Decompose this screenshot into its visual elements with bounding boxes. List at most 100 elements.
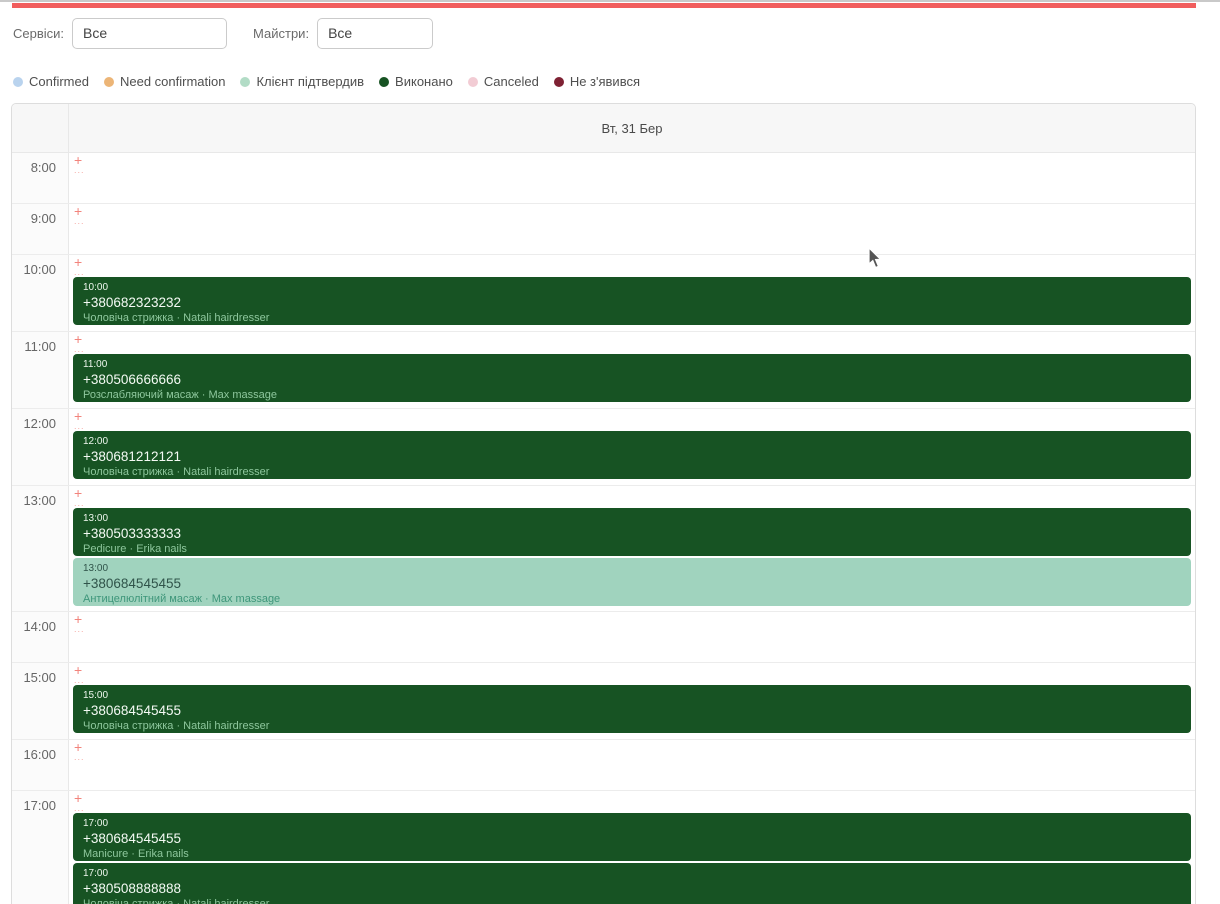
day-cell[interactable]: +...15:00+380684545455Чоловіча стрижка ·… — [69, 663, 1195, 739]
cell-actions: +... — [74, 410, 85, 430]
calendar-row: 9:00 +... — [12, 204, 1195, 255]
status-dot-icon — [554, 77, 564, 87]
calendar-row: 17:00+...17:00+380684545455Manicure · Er… — [12, 791, 1195, 904]
appointment-phone: +380508888888 — [83, 880, 1181, 897]
masters-filter-label: Майстри: — [253, 26, 309, 41]
cell-actions: +... — [74, 256, 85, 276]
day-cell[interactable]: +... — [69, 204, 1195, 254]
appointment-time: 10:00 — [83, 281, 1181, 294]
calendar-row: 10:00+...10:00+380682323232Чоловіча стри… — [12, 255, 1195, 332]
legend-item: Не з'явився — [554, 74, 640, 89]
appointment-service-master: Чоловіча стрижка · Natali hairdresser — [83, 465, 1181, 479]
day-cell[interactable]: +...13:00+380503333333Pedicure · Erika n… — [69, 486, 1195, 611]
appointment-time: 12:00 — [83, 435, 1181, 448]
time-label: 12:00 — [12, 409, 69, 485]
appointment-service-master: Антицелюлітний масаж · Max massage — [83, 592, 1181, 606]
legend-item: Клієнт підтвердив — [240, 74, 364, 89]
top-border-line — [0, 0, 1220, 2]
day-cell[interactable]: +...11:00+380506666666Розслабляючий маса… — [69, 332, 1195, 408]
appointment-time: 17:00 — [83, 817, 1181, 830]
day-cell[interactable]: +...10:00+380682323232Чоловіча стрижка ·… — [69, 255, 1195, 331]
legend-label: Canceled — [484, 74, 539, 89]
appointment-card[interactable]: 10:00+380682323232Чоловіча стрижка · Nat… — [73, 277, 1191, 325]
appointment-time: 13:00 — [83, 512, 1181, 525]
time-label: 14:00 — [12, 612, 69, 662]
more-options-icon[interactable]: ... — [74, 754, 85, 761]
time-label: 15:00 — [12, 663, 69, 739]
appointment-service-master: Розслабляючий масаж · Max massage — [83, 388, 1181, 402]
appointment-card[interactable]: 13:00+380503333333Pedicure · Erika nails — [73, 508, 1191, 556]
legend-item: Canceled — [468, 74, 539, 89]
appointment-phone: +380503333333 — [83, 525, 1181, 542]
calendar-table: Вт, 31 Бер 8:00+...9:00+...10:00+...10:0… — [11, 103, 1196, 904]
calendar-row: 11:00+...11:00+380506666666Розслабляючий… — [12, 332, 1195, 409]
services-filter-label: Сервіси: — [13, 26, 64, 41]
day-cell[interactable]: +... — [69, 153, 1195, 203]
appointment-card[interactable]: 13:00+380684545455Антицелюлітний масаж ·… — [73, 558, 1191, 606]
day-column-header: Вт, 31 Бер — [69, 104, 1195, 152]
appointment-card[interactable]: 12:00+380681212121Чоловіча стрижка · Nat… — [73, 431, 1191, 479]
legend-label: Need confirmation — [120, 74, 226, 89]
legend: Confirmed Need confirmation Клієнт підтвер… — [13, 74, 655, 89]
appointment-phone: +380682323232 — [83, 294, 1181, 311]
legend-label: Виконано — [395, 74, 453, 89]
day-cell[interactable]: +... — [69, 740, 1195, 790]
time-label: 10:00 — [12, 255, 69, 331]
day-cell[interactable]: +...17:00+380684545455Manicure · Erika n… — [69, 791, 1195, 904]
time-column-header — [12, 104, 69, 152]
appointment-phone: +380684545455 — [83, 575, 1181, 592]
services-filter-input[interactable] — [72, 18, 227, 49]
appointment-service-master: Pedicure · Erika nails — [83, 542, 1181, 556]
legend-item: Виконано — [379, 74, 453, 89]
cell-actions: +... — [74, 487, 85, 507]
legend-item: Confirmed — [13, 74, 89, 89]
appointment-card[interactable]: 17:00+380508888888Чоловіча стрижка · Nat… — [73, 863, 1191, 904]
status-dot-icon — [379, 77, 389, 87]
calendar-row: 15:00+...15:00+380684545455Чоловіча стри… — [12, 663, 1195, 740]
more-options-icon[interactable]: ... — [74, 269, 85, 276]
appointment-service-master: Manicure · Erika nails — [83, 847, 1181, 861]
masters-filter-input[interactable] — [317, 18, 433, 49]
appointment-card[interactable]: 15:00+380684545455Чоловіча стрижка · Nat… — [73, 685, 1191, 733]
more-options-icon[interactable]: ... — [74, 218, 85, 225]
legend-label: Клієнт підтвердив — [256, 74, 364, 89]
more-options-icon[interactable]: ... — [74, 167, 85, 174]
calendar-row: 13:00+...13:00+380503333333Pedicure · Er… — [12, 486, 1195, 612]
cell-actions: +... — [74, 154, 85, 174]
time-label: 9:00 — [12, 204, 69, 254]
time-label: 13:00 — [12, 486, 69, 611]
calendar-row: 8:00 +... — [12, 153, 1195, 204]
calendar-row: 12:00+...12:00+380681212121Чоловіча стри… — [12, 409, 1195, 486]
more-options-icon[interactable]: ... — [74, 805, 85, 812]
time-label: 8:00 — [12, 153, 69, 203]
appointment-card[interactable]: 11:00+380506666666Розслабляючий масаж · … — [73, 354, 1191, 402]
cell-actions: +... — [74, 205, 85, 225]
cell-actions: +... — [74, 741, 85, 761]
more-options-icon[interactable]: ... — [74, 500, 85, 507]
calendar-row: 16:00 +... — [12, 740, 1195, 791]
calendar-row: 14:00 +... — [12, 612, 1195, 663]
cell-actions: +... — [74, 792, 85, 812]
more-options-icon[interactable]: ... — [74, 677, 85, 684]
appointment-card[interactable]: 17:00+380684545455Manicure · Erika nails — [73, 813, 1191, 861]
appointment-service-master: Чоловіча стрижка · Natali hairdresser — [83, 311, 1181, 325]
time-label: 16:00 — [12, 740, 69, 790]
status-dot-icon — [104, 77, 114, 87]
day-cell[interactable]: +... — [69, 612, 1195, 662]
more-options-icon[interactable]: ... — [74, 423, 85, 430]
cell-actions: +... — [74, 664, 85, 684]
appointment-phone: +380681212121 — [83, 448, 1181, 465]
cell-actions: +... — [74, 613, 85, 633]
appointment-time: 17:00 — [83, 867, 1181, 880]
legend-label: Confirmed — [29, 74, 89, 89]
day-cell[interactable]: +...12:00+380681212121Чоловіча стрижка ·… — [69, 409, 1195, 485]
time-label: 11:00 — [12, 332, 69, 408]
legend-item: Need confirmation — [104, 74, 226, 89]
appointment-service-master: Чоловіча стрижка · Natali hairdresser — [83, 719, 1181, 733]
more-options-icon[interactable]: ... — [74, 346, 85, 353]
more-options-icon[interactable]: ... — [74, 626, 85, 633]
appointment-time: 11:00 — [83, 358, 1181, 371]
time-label: 17:00 — [12, 791, 69, 904]
calendar-body: 8:00+...9:00+...10:00+...10:00+380682323… — [12, 153, 1195, 904]
appointment-phone: +380684545455 — [83, 830, 1181, 847]
